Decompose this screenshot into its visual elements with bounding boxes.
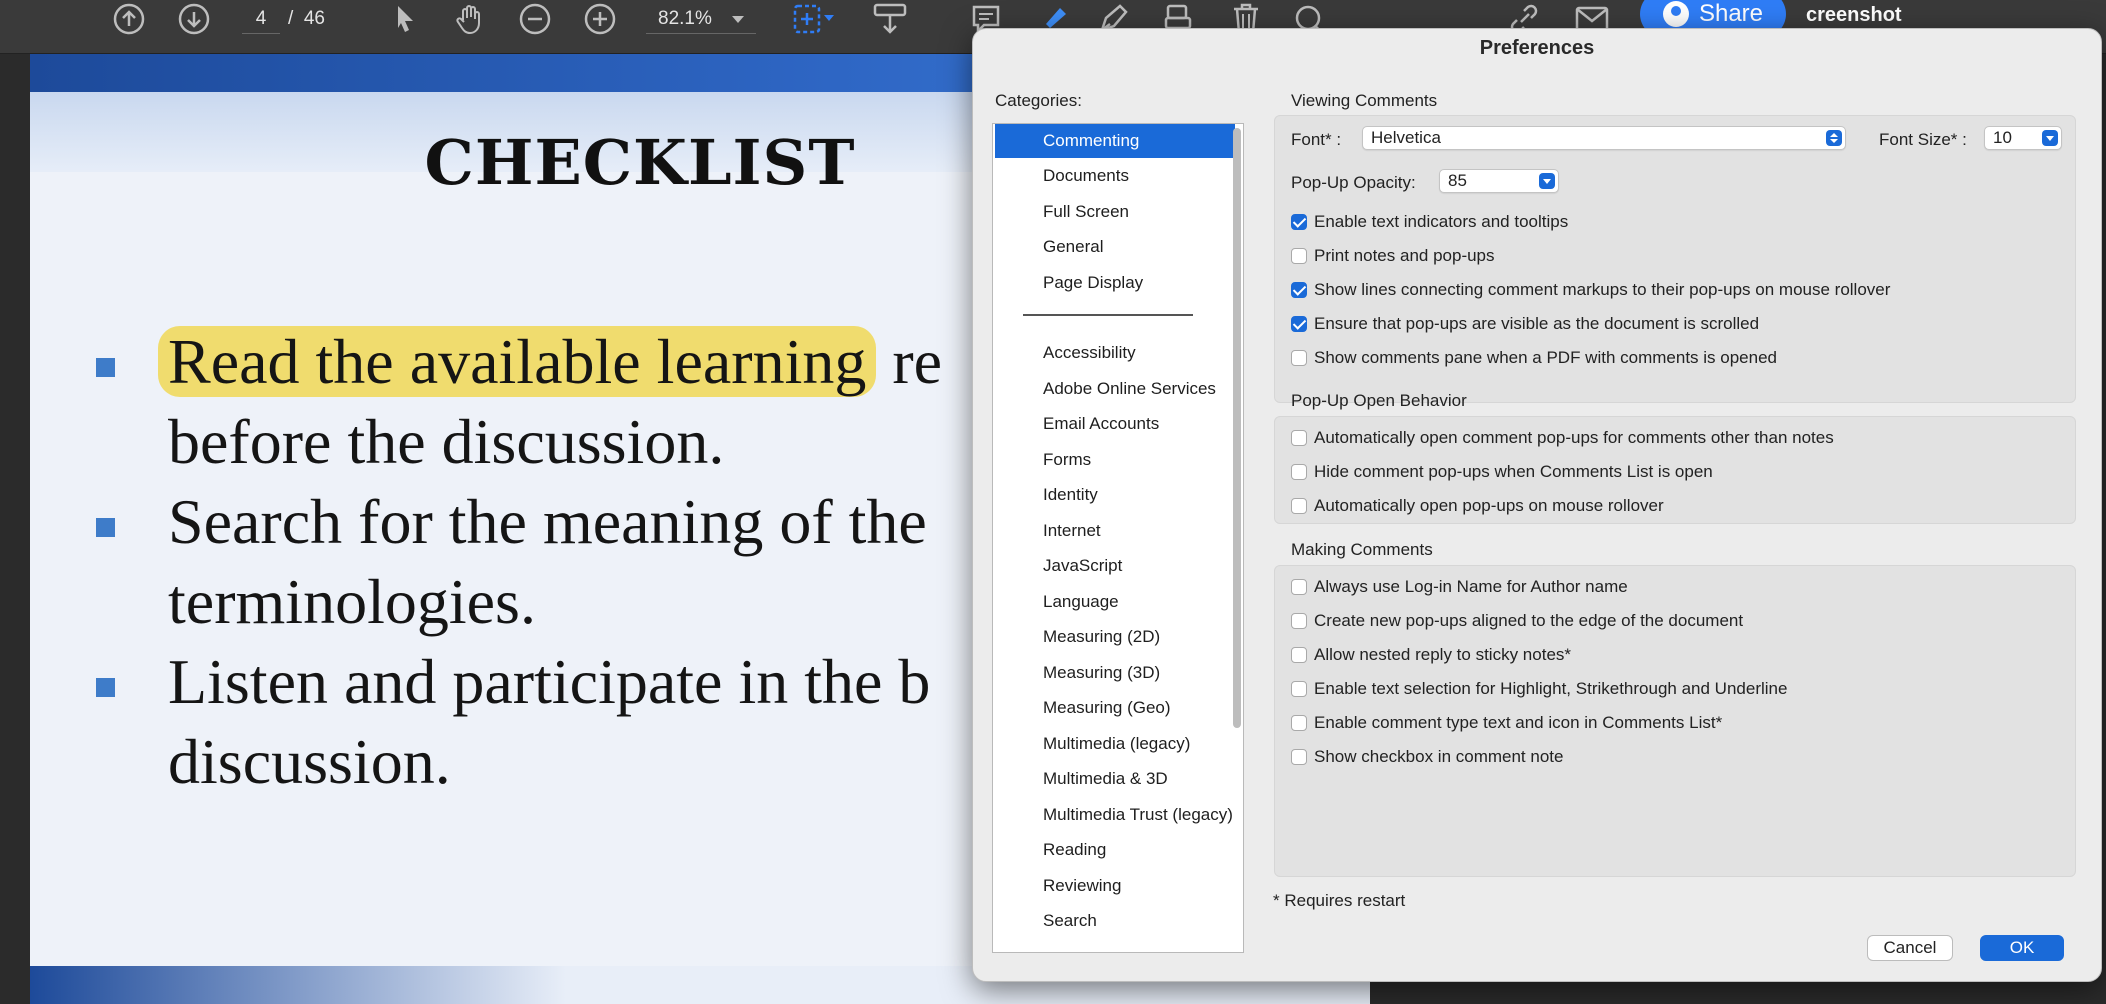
checkbox-icon[interactable]	[1291, 350, 1307, 366]
checkbox-icon[interactable]	[1291, 498, 1307, 514]
app-window: CHECKLIST Read the available learning re…	[0, 0, 2106, 1004]
bullet-square-icon	[96, 358, 115, 377]
dialog-title: Preferences	[1479, 37, 1595, 59]
opacity-label: Pop-Up Opacity:	[1291, 173, 1416, 192]
checkbox-popups-visible[interactable]: Ensure that pop-ups are visible as the d…	[1291, 313, 1759, 335]
category-item-full-screen[interactable]: Full Screen	[993, 195, 1241, 229]
font-label: Font* :	[1291, 130, 1342, 149]
font-size-select[interactable]: 10	[1984, 126, 2062, 150]
checkbox-icon[interactable]	[1291, 464, 1307, 480]
checkbox-checked-icon[interactable]	[1291, 282, 1307, 298]
category-item-documents[interactable]: Documents	[993, 159, 1241, 193]
checkbox-icon[interactable]	[1291, 613, 1307, 629]
checkbox-icon[interactable]	[1291, 749, 1307, 765]
categories-label: Categories:	[995, 91, 1082, 110]
checkbox-icon[interactable]	[1291, 647, 1307, 663]
bullet-text: discussion.	[168, 726, 451, 797]
popup-behavior-heading: Pop-Up Open Behavior	[1291, 391, 1467, 410]
checkbox-icon[interactable]	[1291, 681, 1307, 697]
category-item-forms[interactable]: Forms	[993, 443, 1241, 477]
checkbox-popups-aligned[interactable]: Create new pop-ups aligned to the edge o…	[1291, 610, 1743, 632]
category-item-internet[interactable]: Internet	[993, 514, 1241, 548]
hand-tool-icon[interactable]	[452, 0, 488, 38]
stepper-icon	[1826, 130, 1842, 146]
checkbox-auto-open-popups[interactable]: Automatically open comment pop-ups for c…	[1291, 427, 1834, 449]
checkbox-icon[interactable]	[1291, 248, 1307, 264]
bullet-text: before the discussion.	[168, 406, 725, 477]
checkbox-icon[interactable]	[1291, 579, 1307, 595]
category-item-email-accounts[interactable]: Email Accounts	[993, 407, 1241, 441]
page-number-input[interactable]: 4	[242, 4, 280, 34]
category-divider	[1023, 314, 1193, 316]
zoom-in-icon[interactable]	[583, 0, 617, 38]
category-item-multimedia-3d[interactable]: Multimedia & 3D	[993, 762, 1241, 796]
checkbox-icon[interactable]	[1291, 430, 1307, 446]
viewing-comments-heading: Viewing Comments	[1291, 91, 1438, 110]
category-item-multimedia-trust[interactable]: Multimedia Trust (legacy)	[993, 798, 1241, 832]
zoom-out-icon[interactable]	[518, 0, 552, 38]
checkbox-hide-popups[interactable]: Hide comment pop-ups when Comments List …	[1291, 461, 1713, 483]
category-scrollbar[interactable]	[1233, 128, 1241, 728]
opacity-select[interactable]: 85	[1439, 169, 1559, 193]
checkbox-show-lines[interactable]: Show lines connecting comment markups to…	[1291, 279, 1890, 301]
page-count: / 46	[288, 8, 325, 29]
chevron-down-icon	[732, 16, 744, 23]
checkbox-show-checkbox[interactable]: Show checkbox in comment note	[1291, 746, 1563, 768]
previous-page-icon[interactable]	[110, 0, 148, 38]
preferences-dialog: Preferences Categories: Commenting Docum…	[972, 28, 2102, 982]
checkbox-print-notes[interactable]: Print notes and pop-ups	[1291, 245, 1495, 267]
checkbox-login-name[interactable]: Always use Log-in Name for Author name	[1291, 576, 1628, 598]
category-item-reading[interactable]: Reading	[993, 833, 1241, 867]
font-size-label: Font Size* :	[1879, 130, 1967, 149]
category-item-identity[interactable]: Identity	[993, 478, 1241, 512]
cancel-button[interactable]: Cancel	[1867, 935, 1953, 961]
making-comments-heading: Making Comments	[1291, 540, 1433, 559]
bullet-text: Listen and participate in the b	[168, 646, 931, 717]
category-item-javascript[interactable]: JavaScript	[993, 549, 1241, 583]
category-item-page-display[interactable]: Page Display	[993, 266, 1241, 300]
restart-note: * Requires restart	[1273, 891, 1406, 910]
highlight-annotation[interactable]: Read the available learning	[158, 326, 877, 397]
checkbox-open-on-rollover[interactable]: Automatically open pop-ups on mouse roll…	[1291, 495, 1664, 517]
category-item-search[interactable]: Search	[993, 904, 1241, 938]
category-item-multimedia-legacy[interactable]: Multimedia (legacy)	[993, 727, 1241, 761]
chevron-down-icon	[2042, 130, 2058, 146]
checkbox-icon[interactable]	[1291, 715, 1307, 731]
category-item-reviewing[interactable]: Reviewing	[993, 869, 1241, 903]
bullet-square-icon	[96, 678, 115, 697]
scroll-mode-icon[interactable]	[870, 0, 910, 38]
select-tool-icon[interactable]	[388, 0, 422, 38]
bullet-square-icon	[96, 518, 115, 537]
bullet-text: re	[876, 326, 943, 397]
bullet-text: Search for the meaning of the	[168, 486, 927, 557]
category-item-general[interactable]: General	[993, 230, 1241, 264]
checkbox-nested-reply[interactable]: Allow nested reply to sticky notes*	[1291, 644, 1571, 666]
checkbox-text-indicators[interactable]: Enable text indicators and tooltips	[1291, 211, 1568, 233]
zoom-level-select[interactable]: 82.1%	[646, 4, 756, 34]
checkbox-checked-icon[interactable]	[1291, 214, 1307, 230]
window-title: creenshot	[1806, 4, 1902, 26]
bullet-text: terminologies.	[168, 566, 536, 637]
chevron-down-icon	[1539, 173, 1555, 189]
checkbox-text-selection[interactable]: Enable text selection for Highlight, Str…	[1291, 678, 1787, 700]
marquee-zoom-icon[interactable]	[790, 0, 838, 38]
category-item-measuring-2d[interactable]: Measuring (2D)	[993, 620, 1241, 654]
ok-button[interactable]: OK	[1980, 935, 2064, 961]
checkbox-comment-type[interactable]: Enable comment type text and icon in Com…	[1291, 712, 1722, 734]
category-item-adobe-online-services[interactable]: Adobe Online Services	[993, 372, 1241, 406]
category-list[interactable]: Commenting Documents Full Screen General…	[992, 123, 1244, 953]
checkbox-show-comments-pane[interactable]: Show comments pane when a PDF with comme…	[1291, 347, 1777, 369]
category-item-commenting[interactable]: Commenting	[995, 124, 1235, 158]
category-item-measuring-3d[interactable]: Measuring (3D)	[993, 656, 1241, 690]
category-item-accessibility[interactable]: Accessibility	[993, 336, 1241, 370]
category-item-measuring-geo[interactable]: Measuring (Geo)	[993, 691, 1241, 725]
next-page-icon[interactable]	[175, 0, 213, 38]
checkbox-checked-icon[interactable]	[1291, 316, 1307, 332]
user-icon	[1662, 1, 1689, 27]
category-item-language[interactable]: Language	[993, 585, 1241, 619]
font-select[interactable]: Helvetica	[1362, 126, 1846, 150]
